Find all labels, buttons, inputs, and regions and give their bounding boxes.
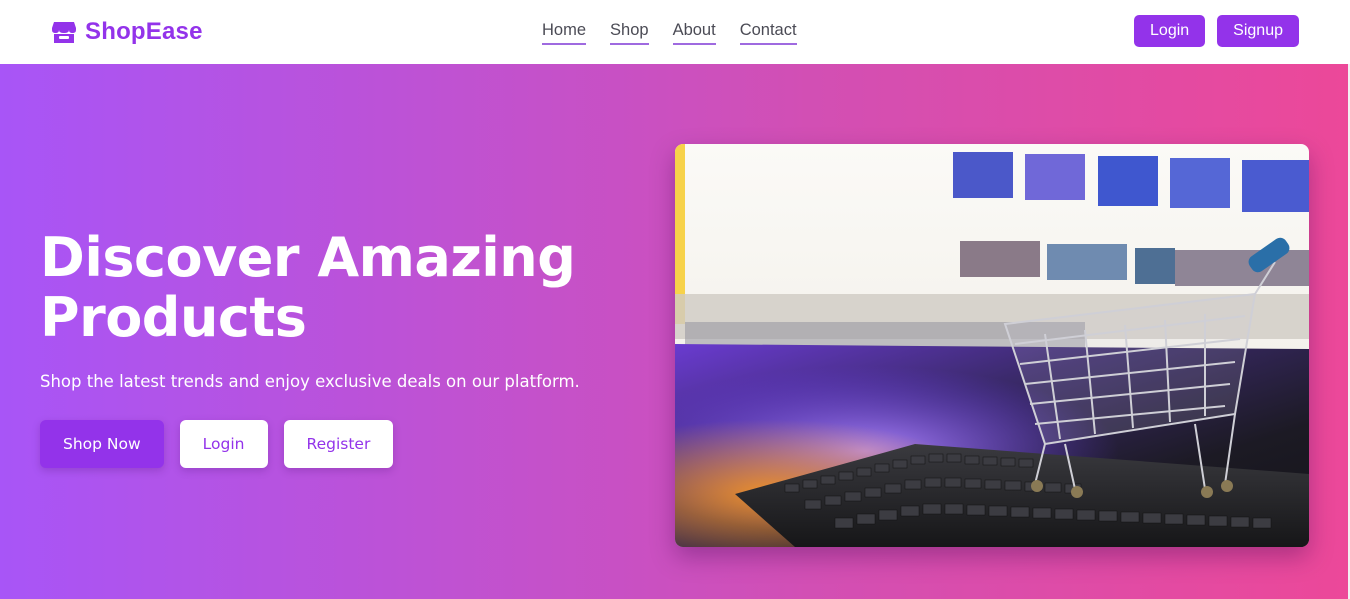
shopping-cart-photo: [675, 144, 1309, 547]
hero-login-button[interactable]: Login: [179, 420, 268, 468]
hero-subtitle: Shop the latest trends and enjoy exclusi…: [40, 372, 580, 391]
hero-title-line2: Products: [40, 286, 307, 349]
hero-image: [675, 144, 1309, 547]
brand-name: ShopEase: [85, 18, 203, 45]
auth-buttons: Login Signup: [1134, 15, 1299, 47]
nav-link-shop[interactable]: Shop: [610, 20, 649, 45]
hero-title: Discover Amazing Products: [40, 228, 640, 348]
shop-now-button[interactable]: Shop Now: [40, 420, 164, 468]
header-signup-button[interactable]: Signup: [1217, 15, 1299, 47]
site-header: ShopEase Home Shop About Contact Login S…: [0, 0, 1350, 64]
brand-logo-link[interactable]: ShopEase: [51, 16, 203, 48]
hero-actions: Shop Now Login Register: [40, 420, 394, 468]
store-icon: [52, 22, 76, 43]
header-login-button[interactable]: Login: [1134, 15, 1206, 47]
hero-section: Discover Amazing Products Shop the lates…: [0, 64, 1350, 599]
nav-link-about[interactable]: About: [672, 20, 716, 45]
main-nav: Home Shop About Contact: [542, 20, 797, 45]
nav-link-contact[interactable]: Contact: [739, 20, 797, 45]
hero-register-button[interactable]: Register: [283, 420, 394, 468]
nav-link-home[interactable]: Home: [542, 20, 587, 45]
hero-title-line1: Discover Amazing: [40, 226, 576, 289]
